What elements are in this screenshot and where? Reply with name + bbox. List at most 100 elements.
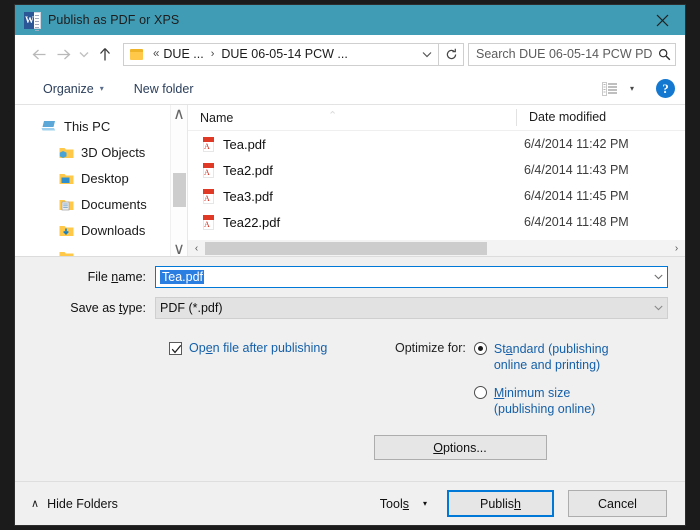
back-arrow-icon <box>32 49 45 59</box>
column-header-name[interactable]: ⌃ Name <box>188 110 516 125</box>
sidebar-item-desktop[interactable]: Desktop <box>15 165 187 191</box>
publish-button[interactable]: Publis h <box>447 490 554 517</box>
window-title: Publish as PDF or XPS <box>48 13 180 27</box>
new-folder-label: New folder <box>133 81 194 96</box>
tools-label: Tools <box>379 496 409 511</box>
file-date: 6/4/2014 11:42 PM <box>524 137 629 151</box>
scroll-down-button[interactable]: ∨ <box>171 240 187 258</box>
file-name-value: Tea.pdf <box>160 270 205 284</box>
sidebar-item-3d-objects[interactable]: 3D Objects <box>15 139 187 165</box>
search-input[interactable]: Search DUE 06-05-14 PCW PD... <box>469 47 653 61</box>
save-as-type-row: Save as type: PDF (*.pdf) <box>15 297 685 319</box>
save-as-type-dropdown-button[interactable] <box>650 298 667 318</box>
table-row[interactable]: A Tea2.pdf 6/4/2014 11:43 PM <box>188 157 685 183</box>
checkmark-icon <box>171 345 182 354</box>
chevron-down-icon: ▾ <box>99 83 104 93</box>
forward-button[interactable] <box>51 42 75 66</box>
folder-tree: This PC 3D Objects Desktop Documents Dow… <box>15 105 187 257</box>
table-row[interactable]: A Tea22.pdf 6/4/2014 11:48 PM <box>188 209 685 235</box>
word-app-icon: W <box>24 11 41 31</box>
optimize-for-label: Optimize for: <box>395 341 466 355</box>
save-options-area: File name: Tea.pdf Save as type: PDF (*.… <box>15 257 685 481</box>
folder-3d-objects-icon <box>59 146 74 159</box>
breadcrumb-segment-0[interactable]: DUE ... <box>163 47 203 61</box>
save-as-type-value: PDF (*.pdf) <box>160 301 223 315</box>
optimize-for-group: Optimize for: Standard (publishing online… <box>395 341 609 429</box>
file-name: Tea.pdf <box>223 136 266 152</box>
column-header-date-modified[interactable]: Date modified <box>516 109 685 126</box>
radio-minimum-size[interactable]: Minimum size (publishing online) <box>473 385 609 417</box>
tools-button[interactable]: Tools ▾ <box>380 497 427 511</box>
scrollbar-thumb[interactable] <box>173 173 186 207</box>
hide-folders-label: Hide Folders <box>47 496 118 511</box>
file-date: 6/4/2014 11:45 PM <box>524 189 629 203</box>
save-as-type-select[interactable]: PDF (*.pdf) <box>155 297 668 319</box>
folder-icon <box>130 48 143 60</box>
sidebar-item-this-pc[interactable]: This PC <box>15 113 187 139</box>
breadcrumb-segment-1[interactable]: DUE 06-05-14 PCW ... <box>221 47 347 61</box>
radio-button[interactable] <box>473 386 487 399</box>
file-name-input[interactable]: Tea.pdf <box>155 266 668 288</box>
address-bar[interactable]: « DUE ... › DUE 06-05-14 PCW ... <box>123 42 439 66</box>
help-button[interactable]: ? <box>656 79 675 98</box>
view-layout-icon <box>601 81 617 96</box>
radio-button[interactable] <box>473 342 487 355</box>
search-button[interactable] <box>653 48 675 61</box>
file-list-pane: ⌃ Name Date modified A Tea.pdf 6/4/2014 … <box>187 105 685 257</box>
this-pc-icon <box>41 120 57 133</box>
folder-desktop-icon <box>59 172 74 185</box>
hide-folders-button[interactable]: ∧ Hide Folders <box>31 497 118 511</box>
table-row[interactable]: A Tea3.pdf 6/4/2014 11:45 PM <box>188 183 685 209</box>
open-after-publishing-checkbox[interactable]: Open file after publishing <box>169 341 395 429</box>
sidebar-scrollbar[interactable]: ∧ ∨ <box>170 105 187 257</box>
chevron-down-icon <box>79 51 89 57</box>
breadcrumb-overflow[interactable]: « <box>149 48 163 60</box>
command-toolbar: Organize ▾ New folder ▾ ? <box>15 73 685 105</box>
publish-dialog: W Publish as PDF or XPS « DUE ... › DUE … <box>14 4 686 526</box>
organize-button[interactable]: Organize ▾ <box>43 82 104 96</box>
file-name-dropdown-button[interactable] <box>650 267 667 287</box>
pdf-file-icon: A <box>202 136 215 152</box>
pdf-file-icon: A <box>202 188 215 204</box>
save-as-type-label: Save as type: <box>70 301 146 315</box>
up-arrow-icon <box>100 47 110 60</box>
refresh-button[interactable] <box>439 42 464 66</box>
recent-locations-button[interactable] <box>75 42 93 66</box>
chevron-down-icon <box>654 274 663 280</box>
scroll-right-button[interactable]: › <box>668 240 685 257</box>
back-button[interactable] <box>27 42 51 66</box>
radio-standard[interactable]: Standard (publishing online and printing) <box>473 341 609 373</box>
checkbox-box[interactable] <box>169 342 182 355</box>
close-button[interactable] <box>640 5 685 35</box>
view-layout-button[interactable] <box>600 80 620 98</box>
sidebar-item-partial[interactable] <box>15 243 187 257</box>
options-button[interactable]: Options... <box>373 435 547 460</box>
scroll-up-button[interactable]: ∧ <box>171 105 187 123</box>
cancel-button[interactable]: Cancel <box>568 490 667 517</box>
chevron-up-icon: ∧ <box>31 498 40 510</box>
publish-options-row: Open file after publishing Optimize for:… <box>15 341 685 429</box>
forward-arrow-icon <box>57 49 70 59</box>
file-name-label: File name: <box>87 270 146 284</box>
sidebar-item-label: This PC <box>64 118 111 134</box>
scroll-left-button[interactable]: ‹ <box>188 240 205 257</box>
scrollbar-track[interactable] <box>205 240 668 257</box>
title-bar: W Publish as PDF or XPS <box>15 5 685 35</box>
sidebar-item-documents[interactable]: Documents <box>15 191 187 217</box>
search-box[interactable]: Search DUE 06-05-14 PCW PD... <box>468 42 676 66</box>
scrollbar-thumb[interactable] <box>205 242 488 255</box>
up-button[interactable] <box>93 42 117 66</box>
new-folder-button[interactable]: New folder <box>134 82 194 96</box>
search-icon <box>658 48 670 60</box>
pdf-file-icon: A <box>202 214 215 230</box>
file-list-horizontal-scrollbar[interactable]: ‹ › <box>188 240 685 257</box>
folder-documents-icon <box>59 198 74 211</box>
sidebar-item-label: Desktop <box>81 170 129 186</box>
table-row[interactable]: A Tea.pdf 6/4/2014 11:42 PM <box>188 131 685 157</box>
chevron-down-icon <box>422 51 432 57</box>
view-dropdown-button[interactable]: ▾ <box>630 84 634 93</box>
address-dropdown-button[interactable] <box>416 44 438 65</box>
breadcrumb-separator: › <box>210 48 215 60</box>
radio-minimum-size-label: Minimum size (publishing online) <box>493 386 596 416</box>
sidebar-item-downloads[interactable]: Downloads <box>15 217 187 243</box>
